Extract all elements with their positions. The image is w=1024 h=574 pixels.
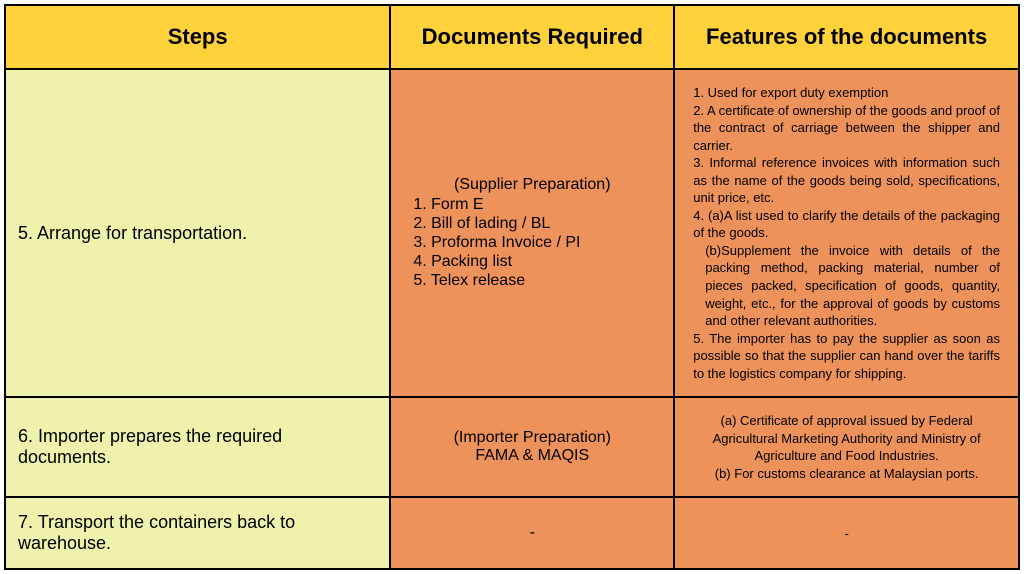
docs-5: (Supplier Preparation) 1. Form E 2. Bill… <box>390 69 674 397</box>
features-5: 1. Used for export duty exemption 2. A c… <box>674 69 1019 397</box>
docs-5-item: 1. Form E <box>413 196 651 214</box>
docs-7: - <box>390 497 674 569</box>
feature-5-item: 5. The importer has to pay the supplier … <box>693 330 1000 383</box>
header-steps: Steps <box>5 5 390 69</box>
header-docs: Documents Required <box>390 5 674 69</box>
table-row: 7. Transport the containers back to ware… <box>5 497 1019 569</box>
docs-5-list: 1. Form E 2. Bill of lading / BL 3. Prof… <box>413 196 651 290</box>
docs-5-item: 2. Bill of lading / BL <box>413 215 651 233</box>
features-6: (a) Certificate of approval issued by Fe… <box>674 397 1019 497</box>
features-7: - <box>674 497 1019 569</box>
docs-5-item: 5. Telex release <box>413 272 651 290</box>
feature-5-item: 4. (a)A list used to clarify the details… <box>693 207 1000 242</box>
table-row: 6. Importer prepares the required docume… <box>5 397 1019 497</box>
feature-5-item: 3. Informal reference invoices with info… <box>693 154 1000 207</box>
docs-5-item: 4. Packing list <box>413 253 651 271</box>
feature-5-item: 2. A certificate of ownership of the goo… <box>693 102 1000 155</box>
import-steps-table: Steps Documents Required Features of the… <box>4 4 1020 570</box>
feature-6-item: (a) Certificate of approval issued by Fe… <box>693 412 1000 465</box>
header-features: Features of the documents <box>674 5 1019 69</box>
step-7: 7. Transport the containers back to ware… <box>5 497 390 569</box>
docs-5-item: 3. Proforma Invoice / PI <box>413 234 651 252</box>
docs-5-note: (Supplier Preparation) <box>413 176 651 194</box>
feature-6-item: (b) For customs clearance at Malaysian p… <box>693 465 1000 483</box>
feature-5-item: 1. Used for export duty exemption <box>693 84 1000 102</box>
feature-5-item-sub: (b)Supplement the invoice with details o… <box>693 242 1000 330</box>
step-6: 6. Importer prepares the required docume… <box>5 397 390 497</box>
docs-6-line: FAMA & MAQIS <box>413 447 651 465</box>
table-row: 5. Arrange for transportation. (Supplier… <box>5 69 1019 397</box>
docs-6: (Importer Preparation) FAMA & MAQIS <box>390 397 674 497</box>
header-row: Steps Documents Required Features of the… <box>5 5 1019 69</box>
step-5: 5. Arrange for transportation. <box>5 69 390 397</box>
docs-6-note: (Importer Preparation) <box>413 429 651 447</box>
